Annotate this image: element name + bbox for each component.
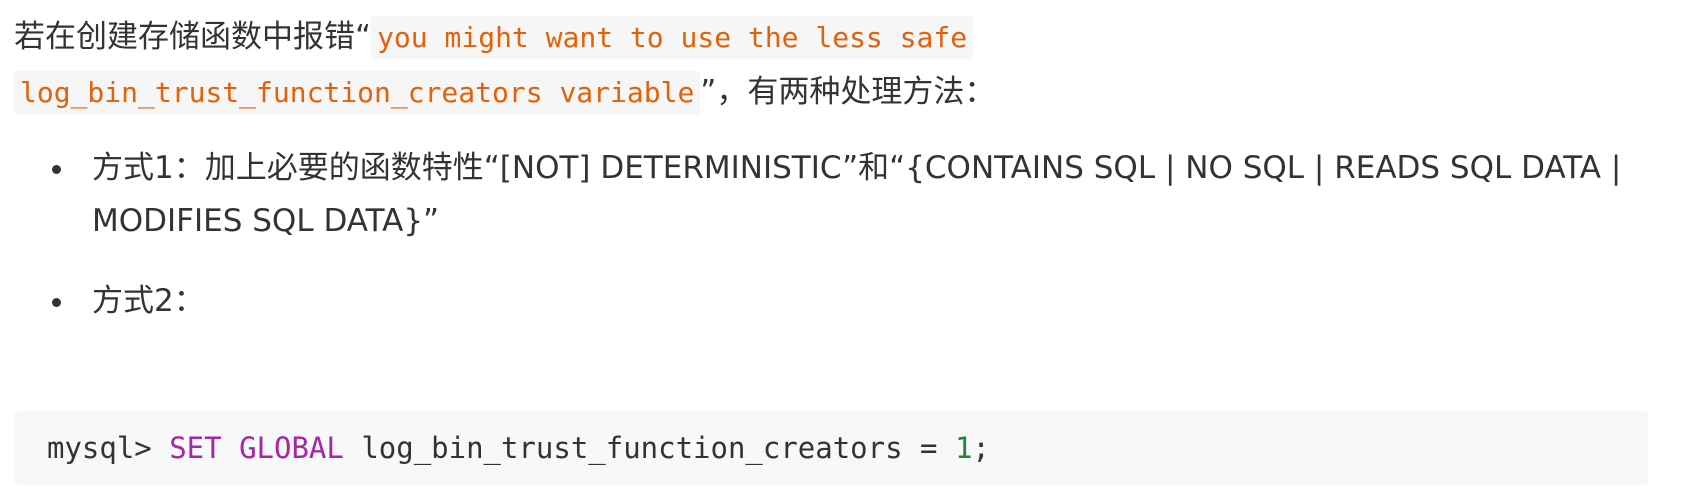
bullet-icon [52, 298, 61, 307]
code-prompt: mysql> [47, 431, 170, 465]
bullet-icon [52, 165, 61, 174]
code-keyword-global: GLOBAL [239, 431, 344, 465]
intro-paragraph: 若在创建存储函数中报错“ you might want to use the le… [14, 0, 1194, 120]
code-variable: log_bin_trust_function_creators [361, 431, 903, 465]
list-item-text: 方式1：加上必要的函数特性“[NOT] DETERMINISTIC”和“{CON… [92, 150, 1622, 239]
code-keyword-set: SET [169, 431, 222, 465]
code-terminator: ; [972, 431, 990, 465]
code-value: 1 [954, 431, 973, 465]
code-block: mysql> SET GLOBAL log_bin_trust_function… [14, 411, 1648, 485]
intro-suffix: ”，有两种处理方法： [700, 74, 996, 110]
intro-prefix: 若在创建存储函数中报错“ [14, 19, 372, 55]
code-operator: = [902, 431, 955, 465]
list-item-method-2: 方式2： [14, 275, 1678, 328]
list-item-text: 方式2： [92, 283, 205, 319]
list-item-method-1: 方式1：加上必要的函数特性“[NOT] DETERMINISTIC”和“{CON… [14, 142, 1678, 248]
document-page: 若在创建存储函数中报错“ you might want to use the le… [0, 0, 1692, 488]
methods-list: 方式1：加上必要的函数特性“[NOT] DETERMINISTIC”和“{CON… [14, 142, 1678, 328]
